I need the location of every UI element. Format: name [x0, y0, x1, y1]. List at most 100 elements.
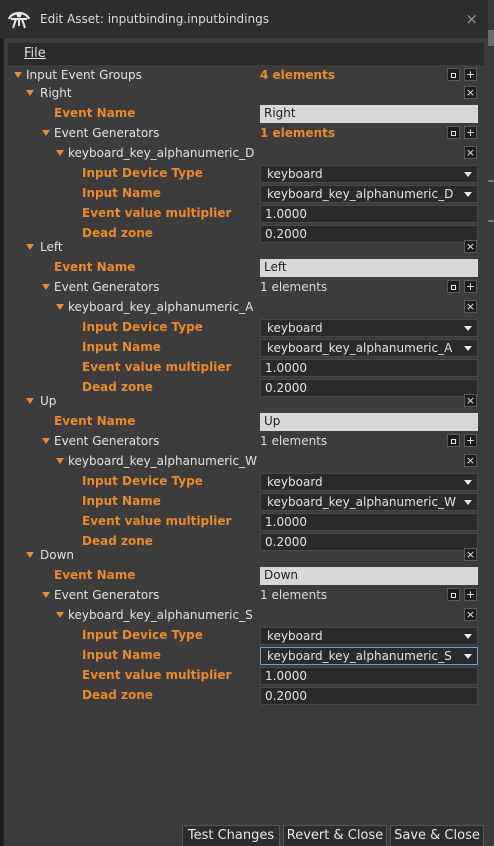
- multiplier-input[interactable]: 1.0000: [260, 513, 478, 531]
- app-logo-icon: [4, 4, 34, 34]
- test-changes-button[interactable]: Test Changes: [182, 825, 280, 846]
- device-type-label: Input Device Type: [82, 320, 203, 334]
- event-name-row: Event Name Down: [4, 566, 489, 586]
- event-generators-row[interactable]: Event Generators 1 elements +: [4, 432, 489, 452]
- group-label: Left: [40, 240, 63, 254]
- group-header-row[interactable]: Up ×: [4, 392, 489, 412]
- event-name-input[interactable]: Down: [260, 567, 478, 585]
- save-close-button[interactable]: Save & Close: [390, 825, 484, 846]
- root-count: 4 elements: [260, 68, 335, 82]
- input-name-select[interactable]: keyboard_key_alphanumeric_S: [260, 647, 478, 665]
- event-generators-row[interactable]: Event Generators 1 elements +: [4, 586, 489, 606]
- collapse-generators-button[interactable]: [447, 434, 460, 447]
- collapse-generators-button[interactable]: [447, 280, 460, 293]
- chevron-down-icon: [464, 654, 472, 659]
- remove-generator-button[interactable]: ×: [464, 608, 477, 621]
- multiplier-input[interactable]: 1.0000: [260, 667, 478, 685]
- remove-generator-button[interactable]: ×: [464, 454, 477, 467]
- generators-count: 1 elements: [260, 126, 335, 140]
- chevron-down-icon: [464, 172, 472, 177]
- collapse-all-button[interactable]: [447, 68, 460, 81]
- event-name-label: Event Name: [54, 260, 136, 274]
- expand-arrow-icon[interactable]: [26, 398, 34, 404]
- input-name-select[interactable]: keyboard_key_alphanumeric_D: [260, 185, 478, 203]
- device-type-select[interactable]: keyboard: [260, 319, 478, 337]
- expand-arrow-icon[interactable]: [42, 438, 50, 444]
- event-name-label: Event Name: [54, 568, 136, 582]
- input-name-row: Input Name keyboard_key_alphanumeric_W: [4, 492, 489, 512]
- device-type-select[interactable]: keyboard: [260, 473, 478, 491]
- remove-generator-button[interactable]: ×: [464, 146, 477, 159]
- collapse-generators-button[interactable]: [447, 588, 460, 601]
- add-generator-button[interactable]: +: [464, 588, 477, 601]
- multiplier-label: Event value multiplier: [82, 360, 232, 374]
- remove-generator-button[interactable]: ×: [464, 300, 477, 313]
- window-close-button[interactable]: ×: [465, 10, 478, 28]
- remove-group-button[interactable]: ×: [464, 548, 477, 561]
- generator-header-row[interactable]: keyboard_key_alphanumeric_W ×: [4, 452, 489, 472]
- expand-arrow-icon[interactable]: [42, 592, 50, 598]
- device-type-row: Input Device Type keyboard: [4, 626, 489, 646]
- generator-label: keyboard_key_alphanumeric_D: [68, 146, 255, 160]
- collapse-generators-button[interactable]: [447, 126, 460, 139]
- device-type-select[interactable]: keyboard: [260, 165, 478, 183]
- group-label: Up: [40, 394, 57, 408]
- dead-zone-input[interactable]: 0.2000: [260, 687, 478, 705]
- asset-editor-panel: File Input Event Groups 4 elements + Rig…: [3, 38, 488, 846]
- add-group-button[interactable]: +: [464, 68, 477, 81]
- event-name-input[interactable]: Left: [260, 259, 478, 277]
- title-bar: Edit Asset: inputbinding.inputbindings ×: [0, 0, 488, 38]
- expand-arrow-icon[interactable]: [56, 458, 64, 464]
- expand-arrow-icon[interactable]: [56, 150, 64, 156]
- group-header-row[interactable]: Left ×: [4, 238, 489, 258]
- expand-arrow-icon[interactable]: [26, 90, 34, 96]
- event-name-input[interactable]: Up: [260, 413, 478, 431]
- add-generator-button[interactable]: +: [464, 126, 477, 139]
- add-generator-button[interactable]: +: [464, 434, 477, 447]
- remove-group-button[interactable]: ×: [464, 86, 477, 99]
- event-name-row: Event Name Right: [4, 104, 489, 124]
- dead-zone-label: Dead zone: [82, 688, 153, 702]
- multiplier-row: Event value multiplier 1.0000: [4, 666, 489, 686]
- device-type-label: Input Device Type: [82, 474, 203, 488]
- menu-file[interactable]: File: [24, 46, 46, 61]
- generator-header-row[interactable]: keyboard_key_alphanumeric_D ×: [4, 144, 489, 164]
- input-name-select[interactable]: keyboard_key_alphanumeric_W: [260, 493, 478, 511]
- device-type-select[interactable]: keyboard: [260, 627, 478, 645]
- multiplier-input[interactable]: 1.0000: [260, 359, 478, 377]
- group-label: Right: [40, 86, 72, 100]
- chevron-down-icon: [464, 192, 472, 197]
- event-generators-label: Event Generators: [54, 434, 160, 448]
- tree-root-row[interactable]: Input Event Groups 4 elements +: [4, 66, 489, 86]
- generator-label: keyboard_key_alphanumeric_W: [68, 454, 257, 468]
- expand-arrow-icon[interactable]: [14, 72, 22, 78]
- remove-group-button[interactable]: ×: [464, 394, 477, 407]
- device-type-row: Input Device Type keyboard: [4, 164, 489, 184]
- input-name-select[interactable]: keyboard_key_alphanumeric_A: [260, 339, 478, 357]
- expand-arrow-icon[interactable]: [26, 552, 34, 558]
- event-name-input[interactable]: Right: [260, 105, 478, 123]
- event-generators-row[interactable]: Event Generators 1 elements +: [4, 124, 489, 144]
- event-name-label: Event Name: [54, 106, 136, 120]
- expand-arrow-icon[interactable]: [42, 284, 50, 290]
- multiplier-label: Event value multiplier: [82, 668, 232, 682]
- generator-header-row[interactable]: keyboard_key_alphanumeric_S ×: [4, 606, 489, 626]
- expand-arrow-icon[interactable]: [42, 130, 50, 136]
- expand-arrow-icon[interactable]: [26, 244, 34, 250]
- device-type-row: Input Device Type keyboard: [4, 472, 489, 492]
- expand-arrow-icon[interactable]: [56, 304, 64, 310]
- event-generators-row[interactable]: Event Generators 1 elements +: [4, 278, 489, 298]
- group-header-row[interactable]: Right ×: [4, 84, 489, 104]
- event-name-label: Event Name: [54, 414, 136, 428]
- remove-group-button[interactable]: ×: [464, 240, 477, 253]
- property-tree: Input Event Groups 4 elements + Right × …: [4, 66, 489, 821]
- multiplier-input[interactable]: 1.0000: [260, 205, 478, 223]
- revert-close-button[interactable]: Revert & Close: [283, 825, 387, 846]
- generators-count: 1 elements: [260, 280, 328, 294]
- generator-header-row[interactable]: keyboard_key_alphanumeric_A ×: [4, 298, 489, 318]
- multiplier-row: Event value multiplier 1.0000: [4, 358, 489, 378]
- add-generator-button[interactable]: +: [464, 280, 477, 293]
- expand-arrow-icon[interactable]: [56, 612, 64, 618]
- event-generators-label: Event Generators: [54, 588, 160, 602]
- group-header-row[interactable]: Down ×: [4, 546, 489, 566]
